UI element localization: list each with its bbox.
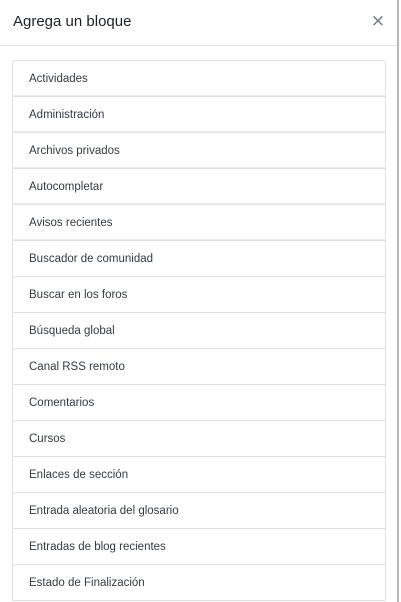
block-item-avisos-recientes[interactable]: Avisos recientes (13, 205, 385, 241)
block-item-archivos-privados[interactable]: Archivos privados (13, 133, 385, 169)
block-item-administracion[interactable]: Administración (13, 97, 385, 133)
close-icon: × (370, 11, 386, 31)
close-button[interactable]: × (369, 11, 387, 31)
block-item-entradas-de-blog-recientes[interactable]: Entradas de blog recientes (13, 529, 385, 565)
block-item-comentarios[interactable]: Comentarios (13, 385, 385, 421)
add-block-modal: Agrega un bloque × Actividades Administr… (0, 0, 399, 602)
block-item-busqueda-global[interactable]: Búsqueda global (13, 313, 385, 349)
block-item-cursos[interactable]: Cursos (13, 421, 385, 457)
block-item-enlaces-de-seccion[interactable]: Enlaces de sección (13, 457, 385, 493)
block-item-actividades[interactable]: Actividades (13, 61, 385, 97)
modal-header: Agrega un bloque × (0, 0, 397, 46)
block-item-buscador-de-comunidad[interactable]: Buscador de comunidad (13, 241, 385, 277)
block-item-entrada-aleatoria-del-glosario[interactable]: Entrada aleatoria del glosario (13, 493, 385, 529)
block-list: Actividades Administración Archivos priv… (12, 60, 386, 601)
block-item-canal-rss-remoto[interactable]: Canal RSS remoto (13, 349, 385, 385)
block-item-autocompletar[interactable]: Autocompletar (13, 169, 385, 205)
block-item-estado-de-finalizacion[interactable]: Estado de Finalización (13, 565, 385, 601)
modal-title: Agrega un bloque (13, 13, 132, 30)
block-item-buscar-en-los-foros[interactable]: Buscar en los foros (13, 277, 385, 313)
